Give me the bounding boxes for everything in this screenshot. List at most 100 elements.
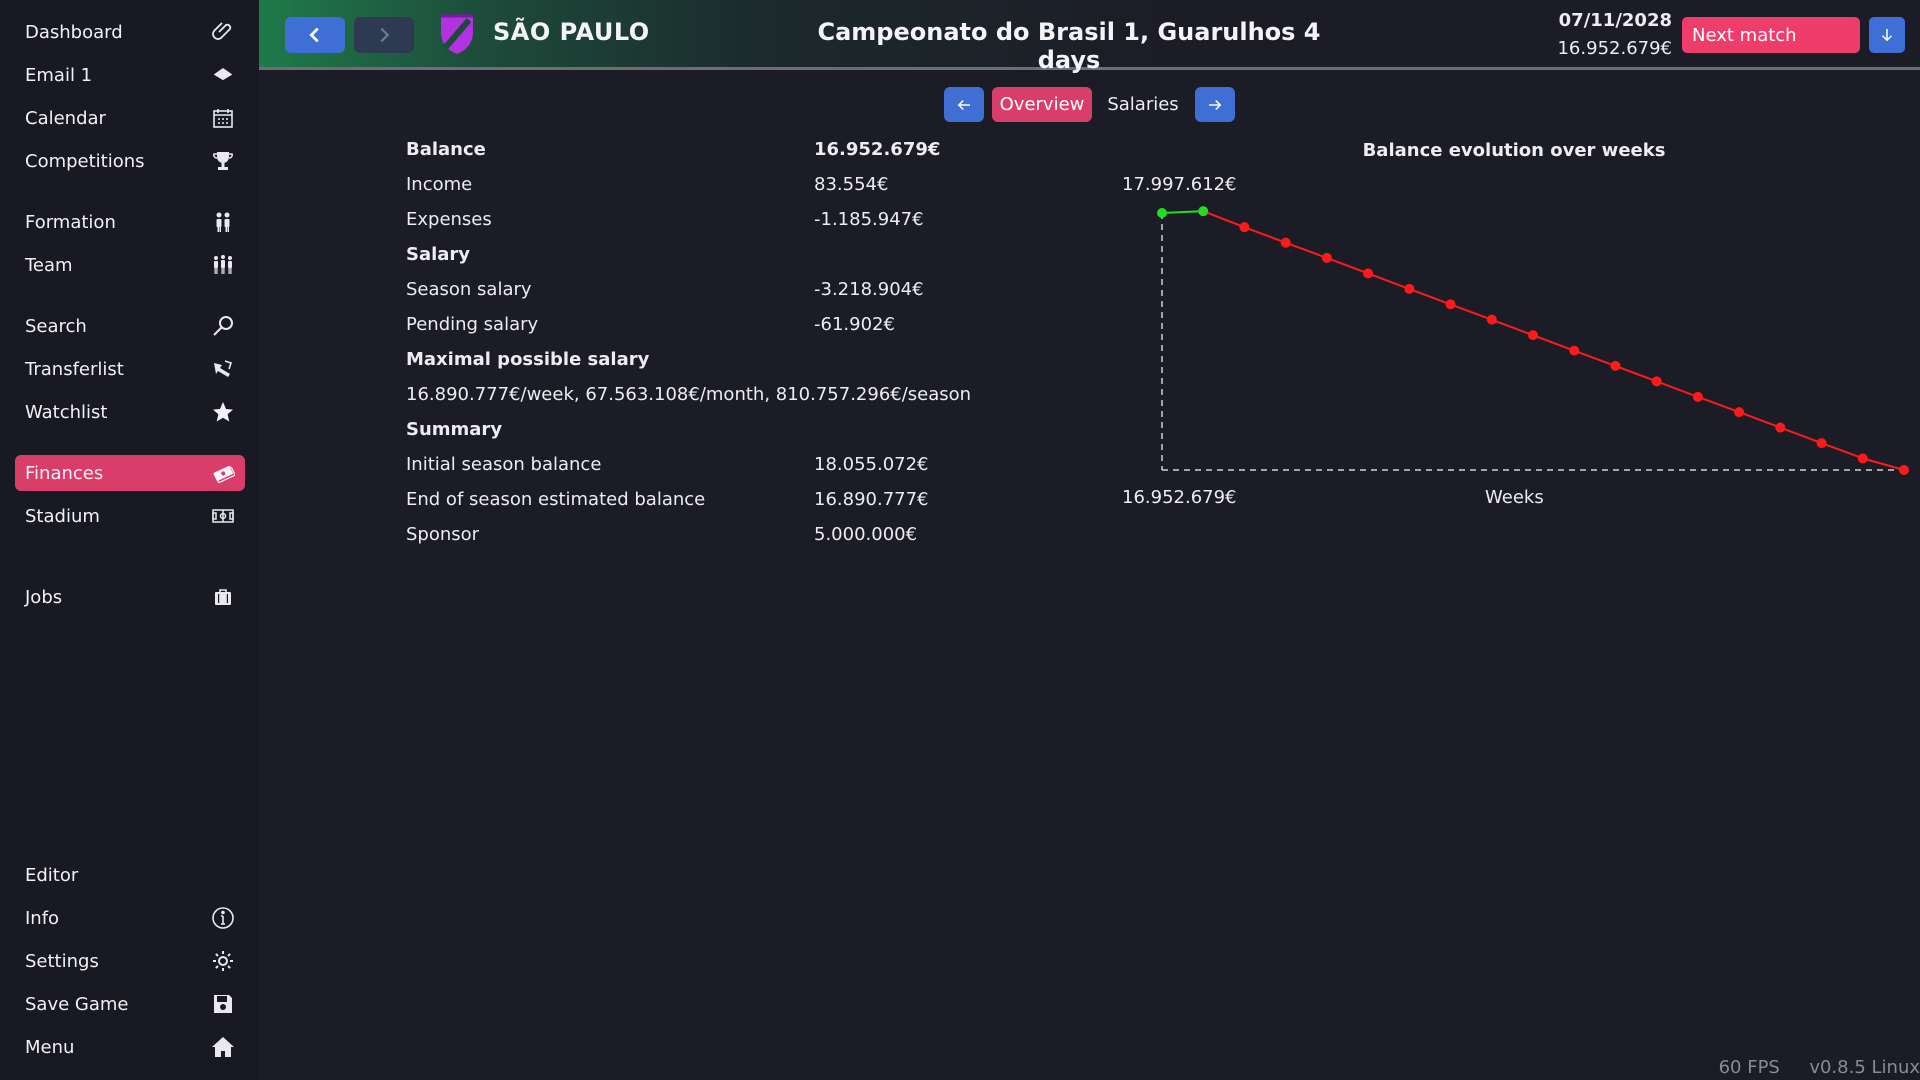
info-icon [211,906,235,930]
chart-line-segment [1862,457,1905,471]
sidebar-item-label: Formation [25,211,116,233]
chart-line-segment [1532,334,1575,352]
email-icon [211,63,235,87]
season-salary-label: Season salary [406,279,532,300]
balance-label: Balance [406,139,486,160]
chart-data-point [1734,407,1745,418]
sidebar-item-label: Stadium [25,505,100,527]
sidebar-item-save-game[interactable]: Save Game [15,986,245,1022]
chart-line-segment [1285,241,1328,259]
sidebar-item-label: Team [25,254,73,276]
sidebar-item-label: Finances [25,462,104,484]
back-button[interactable] [285,17,345,53]
sidebar-item-label: Info [25,907,60,929]
next-tab-button[interactable] [1195,87,1235,122]
money-icon [211,461,235,485]
chart-line-segment [1615,364,1658,383]
chart-line-segment [1491,318,1534,337]
sidebar-item-transferlist[interactable]: Transferlist [15,351,245,387]
current-date: 07/11/2028 [1558,10,1672,31]
chart-line-segment [1326,256,1369,275]
sidebar-item-label: Dashboard [25,21,123,43]
forward-button[interactable] [354,17,414,53]
chart-line-segment [1697,395,1740,414]
summary-heading: Summary [406,419,503,440]
chart-line-segment [1244,226,1287,244]
sidebar-item-label: Jobs [25,586,63,608]
end-balance-label: End of season estimated balance [406,489,706,510]
chevron-right-icon [380,27,390,43]
competition-title: Campeonato do Brasil 1, Guarulhos 4 days [817,18,1321,74]
sidebar-item-stadium[interactable]: Stadium [15,498,245,534]
calendar-icon [211,106,235,130]
sidebar-item-info[interactable]: Info [15,900,245,936]
sidebar-item-label: Transferlist [25,358,124,380]
tab-label: Overview [999,94,1085,115]
season-salary-value: -3.218.904€ [814,279,924,300]
paperclip-icon [211,20,235,44]
sidebar-item-watchlist[interactable]: Watchlist [15,394,245,430]
max-salary-heading: Maximal possible salary [406,349,650,370]
sidebar-item-dashboard[interactable]: Dashboard [15,14,245,50]
chart-data-point [1899,465,1909,475]
sidebar-item-team[interactable]: Team [15,247,245,283]
expenses-label: Expenses [406,209,492,230]
search-icon [211,314,235,338]
chart-data-point [1775,422,1786,433]
previous-tab-button[interactable] [944,87,984,122]
sidebar-item-competitions[interactable]: Competitions [15,143,245,179]
dropdown-button[interactable] [1869,17,1905,53]
chart-line-segment [1367,272,1410,290]
chart-data-point [1404,283,1415,294]
chart-x-label: Weeks [1485,487,1544,508]
chart-line-segment [1408,287,1451,306]
version-label: v0.8.5 Linux [1809,1057,1920,1078]
arrow-left-icon [957,99,970,110]
sidebar-item-label: Save Game [25,993,129,1015]
pending-salary-value: -61.902€ [814,314,895,335]
sidebar-item-label: Search [25,315,87,337]
chart-data-point [1486,314,1497,325]
chart-y-min-label: 16.952.679€ [1122,487,1237,508]
sidebar-item-finances[interactable]: Finances [15,455,245,491]
pending-salary-label: Pending salary [406,314,539,335]
sidebar-item-editor[interactable]: Editor [15,857,245,893]
team-icon [211,253,235,277]
expenses-value: -1.185.947€ [814,209,924,230]
sidebar-item-label: Competitions [25,150,145,172]
sidebar: Dashboard Email 1 Calendar Competitions … [0,0,259,1080]
home-icon [211,1035,235,1059]
team-name: SÃO PAULO [493,18,650,46]
end-balance-value: 16.890.777€ [814,489,929,510]
chart-y-max-label: 17.997.612€ [1122,174,1237,195]
stadium-icon [211,504,235,528]
sidebar-item-jobs[interactable]: Jobs [15,579,245,615]
sidebar-item-calendar[interactable]: Calendar [15,100,245,136]
sidebar-item-search[interactable]: Search [15,308,245,344]
balance-line-chart [1157,206,1909,475]
salary-heading: Salary [406,244,471,265]
next-match-button[interactable]: Next match [1682,17,1860,53]
chart-line-segment [1573,349,1616,367]
chart-line-segment [1656,380,1699,398]
chevron-left-icon [309,27,319,43]
arrow-down-icon [1881,29,1893,42]
chart-data-point [1198,206,1209,217]
chart-data-point [1651,376,1662,387]
chart-data-point [1363,268,1374,279]
trophy-icon [211,149,235,173]
sidebar-item-label: Menu [25,1036,75,1058]
sidebar-item-menu[interactable]: Menu [15,1029,245,1065]
tab-overview[interactable]: Overview [992,87,1092,122]
chart-data-point [1445,299,1456,310]
sidebar-item-settings[interactable]: Settings [15,943,245,979]
sidebar-item-email[interactable]: Email 1 [15,57,245,93]
sidebar-item-label: Email 1 [25,64,93,86]
formation-icon [211,210,235,234]
chart-data-point [1280,237,1291,248]
sidebar-item-formation[interactable]: Formation [15,204,245,240]
chart-line-segment [1738,411,1781,429]
star-icon [211,400,235,424]
tab-salaries[interactable]: Salaries [1099,87,1187,122]
sponsor-value: 5.000.000€ [814,524,918,545]
